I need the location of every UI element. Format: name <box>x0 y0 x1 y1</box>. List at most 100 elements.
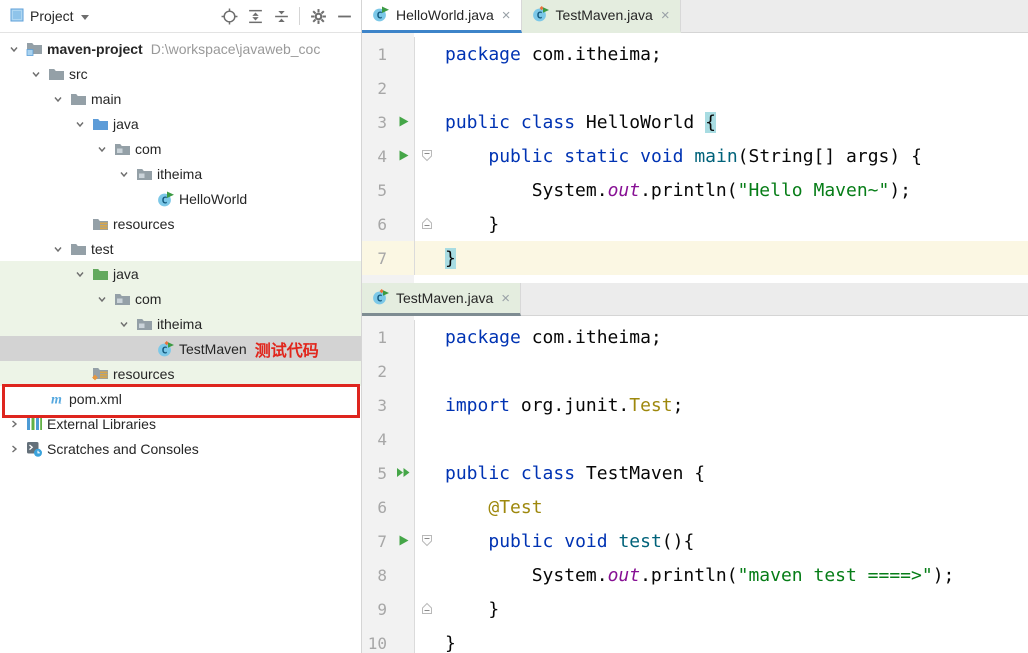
line-number: 5 <box>362 464 392 483</box>
project-tool-window: Project maven-projectD:\workspace\javawe… <box>0 0 362 653</box>
tree-item-testmaven-class[interactable]: CTestMaven测试代码 <box>0 336 361 361</box>
tree-item-java-test[interactable]: java <box>0 261 361 286</box>
svg-text:C: C <box>376 10 382 21</box>
code-line-1[interactable]: 1package com.itheima; <box>362 320 1028 354</box>
project-tree: maven-projectD:\workspace\javaweb_cocsrc… <box>0 33 361 461</box>
tree-item-resources-test[interactable]: resources <box>0 361 361 386</box>
close-icon[interactable]: × <box>501 290 510 307</box>
run-all-icon[interactable] <box>395 463 411 484</box>
folder-project-icon <box>24 41 44 56</box>
tab-label: TestMaven.java <box>556 7 653 23</box>
tab-HelloWorld.java[interactable]: CHelloWorld.java× <box>362 0 522 33</box>
code-text: @Test <box>445 497 543 518</box>
line-number: 4 <box>362 430 392 449</box>
line-number: 3 <box>362 113 392 132</box>
close-icon[interactable]: × <box>661 7 670 24</box>
tree-item-src[interactable]: src <box>0 61 361 86</box>
folder-resources-icon <box>90 217 110 231</box>
code-line-3[interactable]: 3public class HelloWorld { <box>362 105 1028 139</box>
chevron-down-icon[interactable] <box>50 93 66 105</box>
tree-item-label: com <box>135 291 161 307</box>
code-line-7[interactable]: 7 public void test(){ <box>362 524 1028 558</box>
folder-package-icon <box>134 167 154 181</box>
chevron-down-icon[interactable] <box>50 243 66 255</box>
chevron-right-icon[interactable] <box>6 418 22 430</box>
fold-close-icon[interactable] <box>421 599 433 620</box>
code-line-9[interactable]: 9 } <box>362 592 1028 626</box>
tree-item-itheima-main[interactable]: itheima <box>0 161 361 186</box>
hide-icon[interactable] <box>333 5 355 27</box>
settings-icon[interactable] <box>307 5 329 27</box>
code-line-6[interactable]: 6 @Test <box>362 490 1028 524</box>
tree-item-java-main[interactable]: java <box>0 111 361 136</box>
tab-TestMaven.java[interactable]: CTestMaven.java× <box>362 283 521 316</box>
code-editor-testmaven[interactable]: 1package com.itheima;23import org.junit.… <box>362 316 1028 653</box>
chevron-down-icon[interactable] <box>94 143 110 155</box>
tree-item-label: java <box>113 116 139 132</box>
line-number: 7 <box>362 249 392 268</box>
fold-open-icon[interactable] <box>421 531 433 552</box>
chevron-down-icon[interactable] <box>116 318 132 330</box>
run-icon[interactable] <box>397 146 410 167</box>
tree-item-itheima-test[interactable]: itheima <box>0 311 361 336</box>
tree-item-label: pom.xml <box>69 391 122 407</box>
tree-item-resources-main[interactable]: resources <box>0 211 361 236</box>
tree-item-helloworld-class[interactable]: CHelloWorld <box>0 186 361 211</box>
line-number: 2 <box>362 79 392 98</box>
caret-down-icon <box>80 8 90 24</box>
svg-text:C: C <box>161 195 167 206</box>
code-line-4[interactable]: 4 <box>362 422 1028 456</box>
run-icon[interactable] <box>397 112 410 133</box>
code-line-5[interactable]: 5public class TestMaven { <box>362 456 1028 490</box>
code-line-2[interactable]: 2 <box>362 354 1028 388</box>
expand-all-icon[interactable] <box>244 5 266 27</box>
folder-package-icon <box>112 292 132 306</box>
code-line-6[interactable]: 6 } <box>362 207 1028 241</box>
chevron-down-icon[interactable] <box>28 68 44 80</box>
line-number: 6 <box>362 498 392 517</box>
code-line-7[interactable]: 7} <box>362 241 1028 275</box>
code-line-3[interactable]: 3import org.junit.Test; <box>362 388 1028 422</box>
locate-icon[interactable] <box>218 5 240 27</box>
code-line-1[interactable]: 1package com.itheima; <box>362 37 1028 71</box>
tree-item-label: maven-project <box>47 41 143 57</box>
chevron-down-icon[interactable] <box>116 168 132 180</box>
code-line-8[interactable]: 8 System.out.println("maven test ====>")… <box>362 558 1028 592</box>
svg-text:m: m <box>51 393 62 407</box>
fold-open-icon[interactable] <box>421 146 433 167</box>
code-line-5[interactable]: 5 System.out.println("Hello Maven~"); <box>362 173 1028 207</box>
tree-item-main[interactable]: main <box>0 86 361 111</box>
tree-item-label: main <box>91 91 121 107</box>
code-line-2[interactable]: 2 <box>362 71 1028 105</box>
collapse-all-icon[interactable] <box>270 5 292 27</box>
tab-TestMaven.java[interactable]: CTestMaven.java× <box>522 0 681 33</box>
chevron-down-icon[interactable] <box>72 268 88 280</box>
tree-item-test[interactable]: test <box>0 236 361 261</box>
maven-icon: m <box>46 391 66 406</box>
tree-item-maven-project[interactable]: maven-projectD:\workspace\javaweb_coc <box>0 36 361 61</box>
close-icon[interactable]: × <box>502 7 511 24</box>
tree-item-scratches-and-consoles[interactable]: Scratches and Consoles <box>0 436 361 461</box>
tree-item-com-test[interactable]: com <box>0 286 361 311</box>
tree-item-external-libraries[interactable]: External Libraries <box>0 411 361 436</box>
tree-item-com-main[interactable]: com <box>0 136 361 161</box>
project-view-selector[interactable]: Project <box>10 8 90 25</box>
line-number: 7 <box>362 532 392 551</box>
chevron-down-icon[interactable] <box>6 43 22 55</box>
code-line-4[interactable]: 4 public static void main(String[] args)… <box>362 139 1028 173</box>
chevron-right-icon[interactable] <box>6 443 22 455</box>
code-line-10[interactable]: 10} <box>362 626 1028 653</box>
code-text: import org.junit.Test; <box>445 395 683 416</box>
folder-icon <box>46 67 66 81</box>
chevron-down-icon[interactable] <box>72 118 88 130</box>
code-editor-helloworld[interactable]: 1package com.itheima; 2 3public class Hell… <box>362 33 1028 283</box>
tree-item-pom-xml[interactable]: m pom.xml <box>0 386 361 411</box>
editor-area: CHelloWorld.java×CTestMaven.java× 1packa… <box>362 0 1028 653</box>
toolbar-separator <box>299 7 300 25</box>
line-number: 10 <box>362 634 392 653</box>
project-panel-toolbar <box>218 5 355 27</box>
run-icon[interactable] <box>397 531 410 552</box>
chevron-down-icon[interactable] <box>94 293 110 305</box>
fold-close-icon[interactable] <box>421 214 433 235</box>
annotation-text: 测试代码 <box>255 337 319 361</box>
